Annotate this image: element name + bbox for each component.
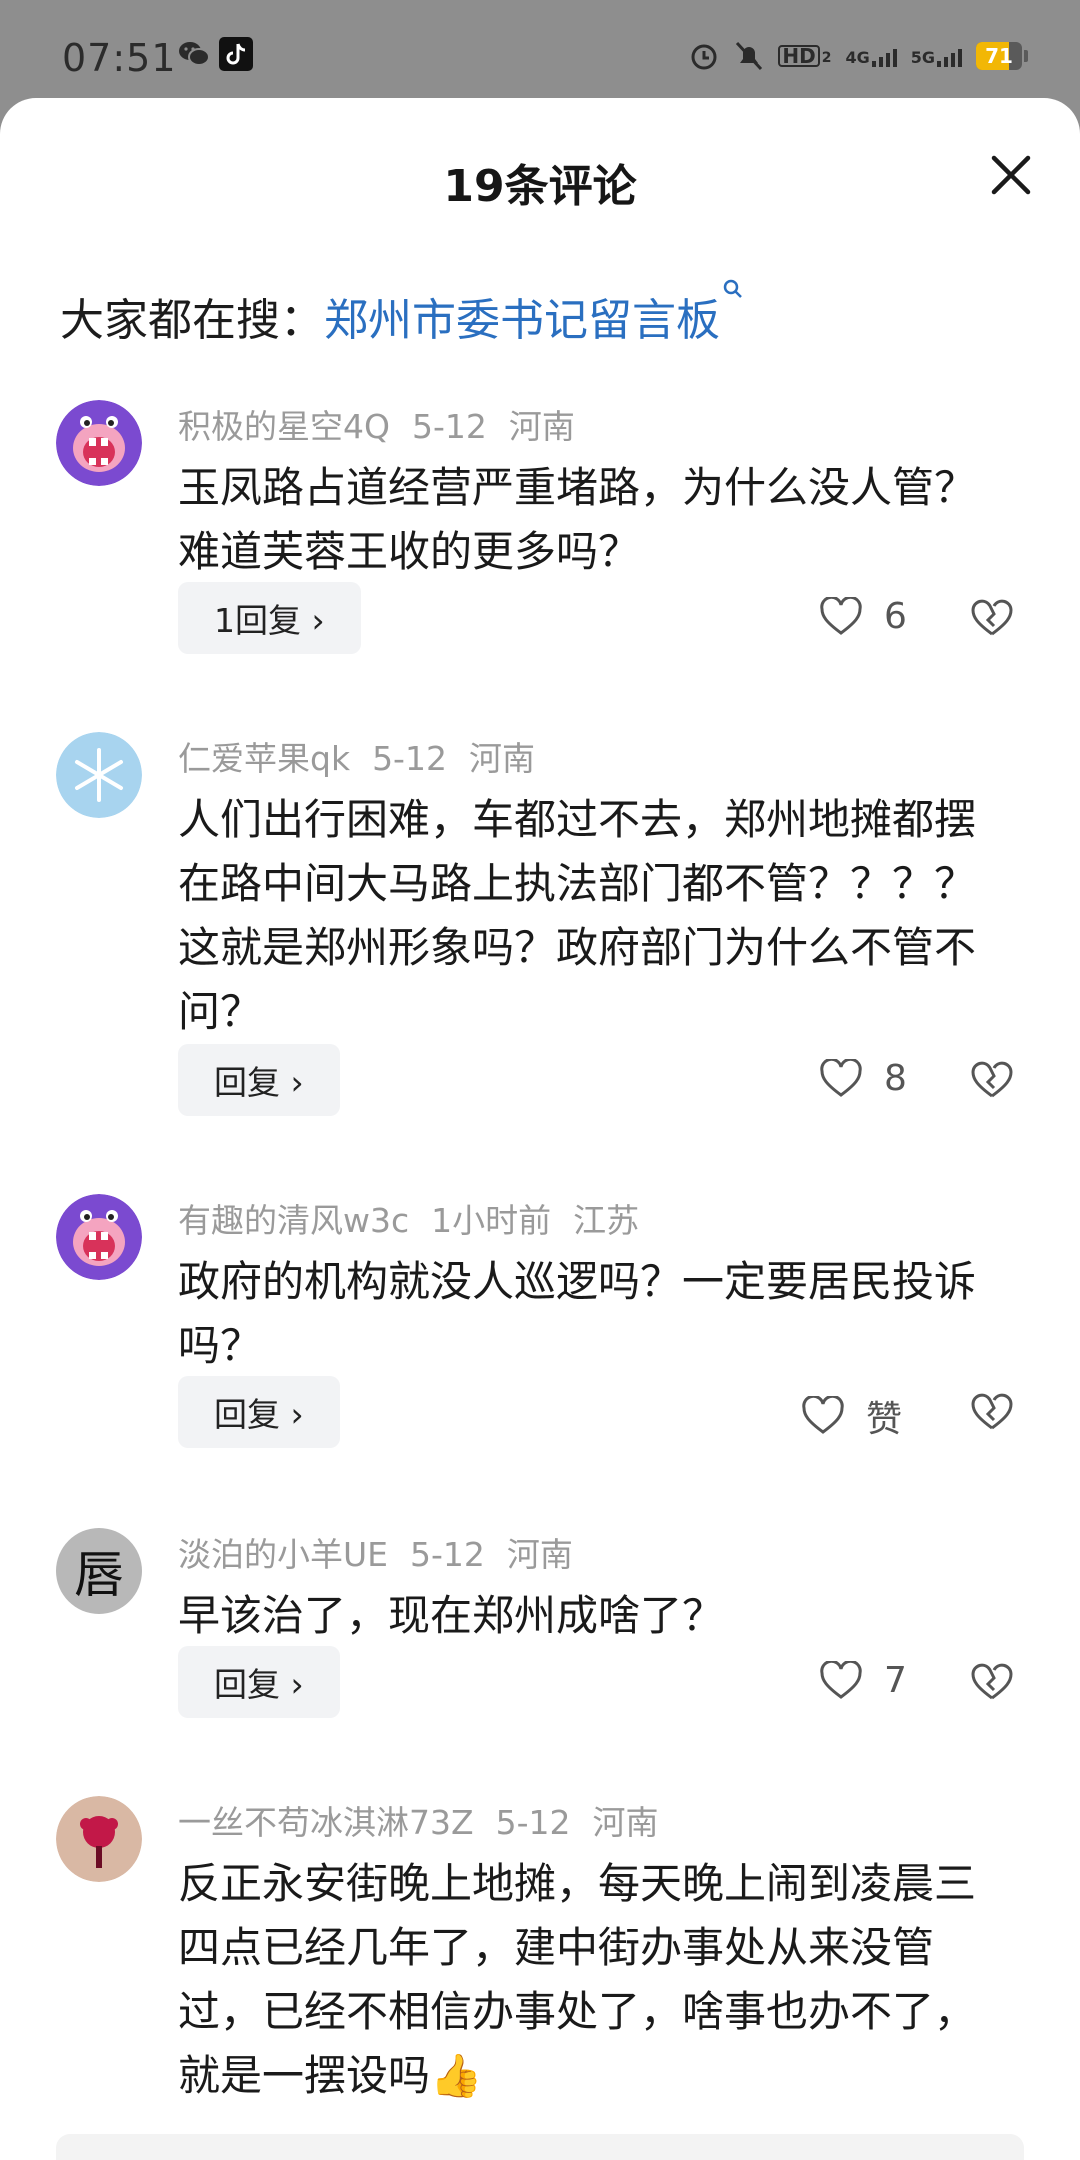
like-count: 7 <box>884 1660 907 1701</box>
like-count: 6 <box>884 596 907 637</box>
status-time: 07:51 <box>62 36 177 80</box>
signal-4g: 4G <box>845 45 897 67</box>
heart-icon <box>820 1058 862 1097</box>
search-icon[interactable] <box>722 278 744 300</box>
reply-button[interactable]: 回复 › <box>178 1376 340 1448</box>
like-button[interactable]: 8 <box>820 1058 907 1099</box>
trending-search-link[interactable]: 郑州市委书记留言板 <box>324 295 720 346</box>
comment-username[interactable]: 有趣的清风w3c <box>178 1201 409 1240</box>
trending-search-label: 大家都在搜： <box>60 295 324 346</box>
comment-meta: 淡泊的小羊UE 5-12 河南 <box>178 1528 595 1576</box>
comment-meta: 积极的星空4Q 5-12 河南 <box>178 400 597 448</box>
comment-region: 河南 <box>508 407 575 446</box>
comment-time: 5-12 <box>495 1803 571 1842</box>
comment-time: 1小时前 <box>431 1201 552 1240</box>
dislike-icon[interactable] <box>970 1660 1014 1704</box>
dislike-icon[interactable] <box>970 596 1014 640</box>
status-right: HD 2 4G 5G 71 <box>688 36 1028 76</box>
comment-region: 河南 <box>592 1803 659 1842</box>
like-button[interactable]: 7 <box>820 1660 907 1701</box>
comment-text: 反正永安街晚上地摊，每天晚上闹到凌晨三四点已经几年了，建中街办事处从来没管过，已… <box>178 1859 977 2100</box>
close-icon[interactable] <box>986 150 1036 200</box>
comment-item: 一丝不苟冰淇淋73Z 5-12 河南 反正永安街晚上地摊，每天晚上闹到凌晨三四点已经… <box>0 1796 1080 2126</box>
avatar[interactable] <box>56 732 142 818</box>
dislike-icon[interactable] <box>970 1058 1014 1102</box>
trending-search: 大家都在搜：郑州市委书记留言板 <box>60 279 744 348</box>
heart-icon <box>820 1660 862 1699</box>
comment-time: 5-12 <box>410 1535 485 1574</box>
comment-time: 5-12 <box>411 407 487 446</box>
reply-button[interactable]: 回复 › <box>178 1646 340 1718</box>
reply-button[interactable]: 回复 › <box>178 1044 340 1116</box>
like-button[interactable]: 赞 <box>802 1390 902 1442</box>
comment-username[interactable]: 淡泊的小羊UE <box>178 1535 388 1574</box>
tiktok-icon <box>219 37 253 71</box>
signal-5g: 5G <box>911 45 962 67</box>
wechat-icon <box>179 42 210 66</box>
comment-region: 江苏 <box>573 1201 640 1240</box>
input-bar-edge <box>56 2134 1024 2160</box>
dislike-icon[interactable] <box>970 1390 1014 1434</box>
avatar[interactable] <box>56 400 142 486</box>
avatar[interactable] <box>56 1194 142 1280</box>
battery-indicator: 71 <box>976 42 1028 70</box>
comments-count-title: 19条评论 <box>443 161 637 212</box>
comment-text: 人们出行困难，车都过不去，郑州地摊都摆在路中间大马路上执法部门都不管？？？？这就… <box>178 795 977 1036</box>
heart-icon <box>802 1396 844 1434</box>
avatar[interactable]: 唇 <box>56 1528 142 1614</box>
comment-text: 早该治了，现在郑州成啥了？ <box>178 1591 725 1640</box>
comment-text: 政府的机构就没人巡逻吗？一定要居民投诉吗？ <box>178 1257 977 1370</box>
mute-bell-icon <box>736 41 763 71</box>
comment-time: 5-12 <box>372 739 447 778</box>
comments-sheet: 19条评论 大家都在搜：郑州市委书记留言板 积极的星空4Q 5-12 河南 玉凤路占… <box>0 98 1080 2160</box>
like-button[interactable]: 6 <box>820 596 907 637</box>
comment-username[interactable]: 积极的星空4Q <box>178 407 390 446</box>
comment-region: 河南 <box>506 1535 573 1574</box>
comment-username[interactable]: 一丝不苟冰淇淋73Z <box>178 1803 474 1842</box>
avatar[interactable] <box>56 1796 142 1882</box>
thumbs-up-emoji: 👍 <box>430 2051 483 2100</box>
comment-meta: 一丝不苟冰淇淋73Z 5-12 河南 <box>178 1796 681 1844</box>
alarm-icon <box>691 44 717 70</box>
comment-meta: 有趣的清风w3c 1小时前 江苏 <box>178 1194 661 1242</box>
heart-icon <box>820 596 862 635</box>
hd-indicator: HD 2 <box>778 45 831 67</box>
comment-meta: 仁爱苹果qk 5-12 河南 <box>178 732 557 780</box>
comment-username[interactable]: 仁爱苹果qk <box>178 739 350 778</box>
like-count: 8 <box>884 1058 907 1099</box>
status-bar: 07:51 HD 2 4G 5G 71 <box>0 0 1080 100</box>
reply-button[interactable]: 1回复 › <box>178 582 361 654</box>
like-count: 赞 <box>866 1399 903 1440</box>
comment-text: 玉凤路占道经营严重堵路，为什么没人管？难道芙蓉王收的更多吗？ <box>178 463 977 576</box>
comment-region: 河南 <box>468 739 535 778</box>
